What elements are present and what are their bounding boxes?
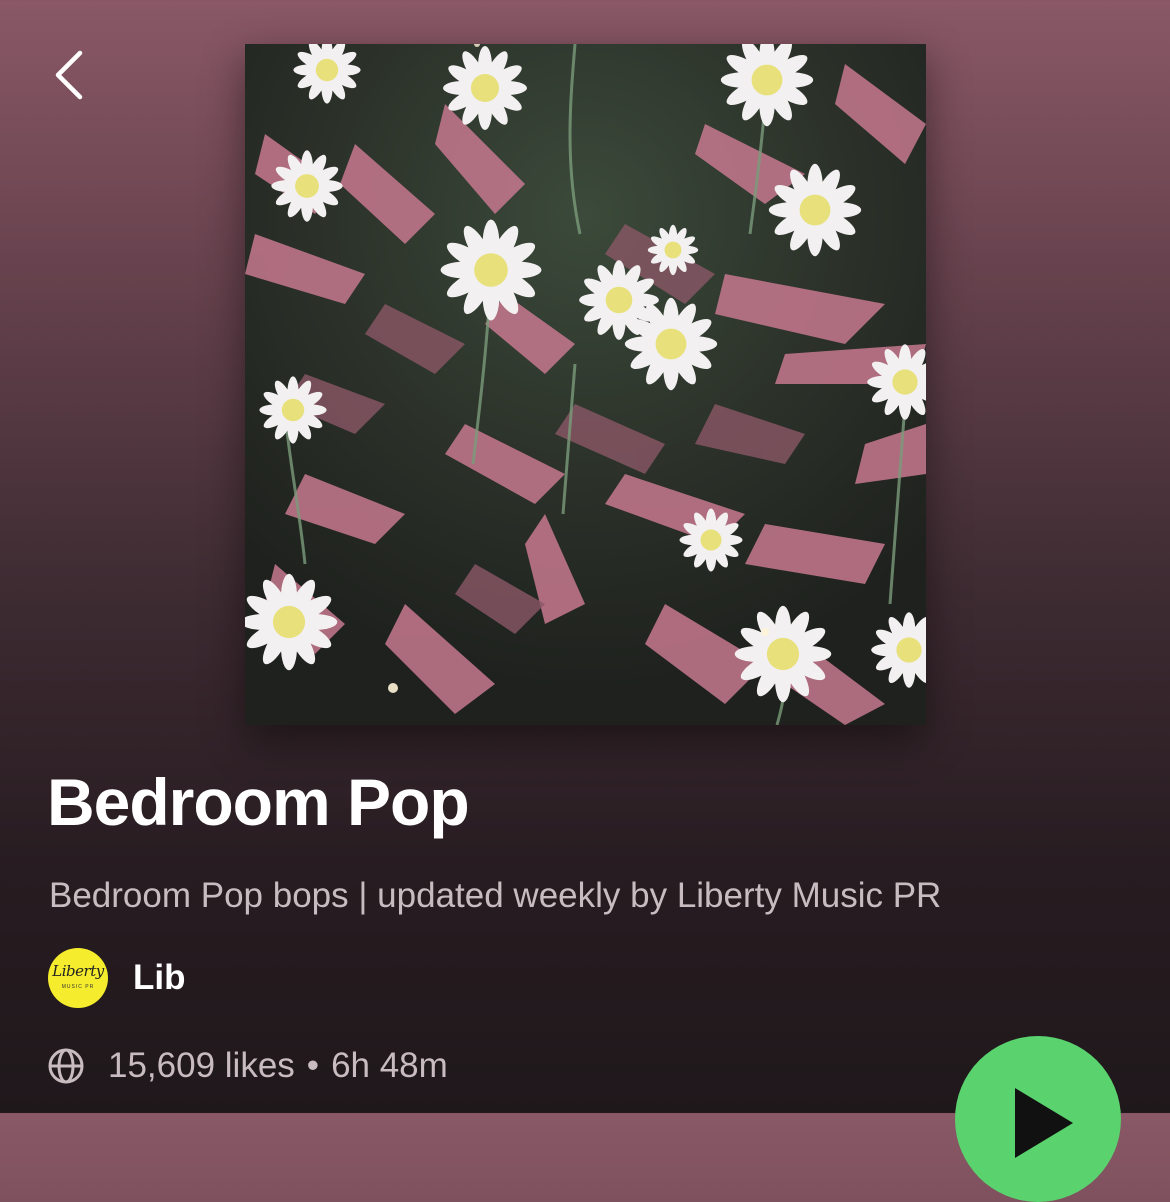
avatar-logo-subtext: MUSIC PR [61, 984, 95, 990]
playlist-duration: 6h 48m [331, 1046, 448, 1085]
play-icon [1015, 1088, 1073, 1158]
avatar-logo-text: Liberty [52, 962, 104, 980]
play-button[interactable] [955, 1036, 1121, 1202]
back-button[interactable] [44, 44, 104, 104]
meta-separator: • [306, 1046, 320, 1085]
chevron-left-icon [55, 50, 83, 100]
owner-avatar[interactable]: Liberty MUSIC PR [48, 948, 108, 1008]
playlist-cover-image [245, 44, 926, 725]
playlist-meta: 15,609 likes • 6h 48m [47, 1042, 448, 1090]
owner-name[interactable]: Lib [133, 958, 185, 998]
globe-icon [48, 1048, 84, 1084]
playlist-title: Bedroom Pop [47, 765, 470, 839]
playlist-owner[interactable]: Liberty MUSIC PR Lib [48, 948, 185, 1008]
playlist-description: Bedroom Pop bops | updated weekly by Lib… [49, 876, 942, 915]
likes-count: 15,609 likes [108, 1046, 295, 1085]
